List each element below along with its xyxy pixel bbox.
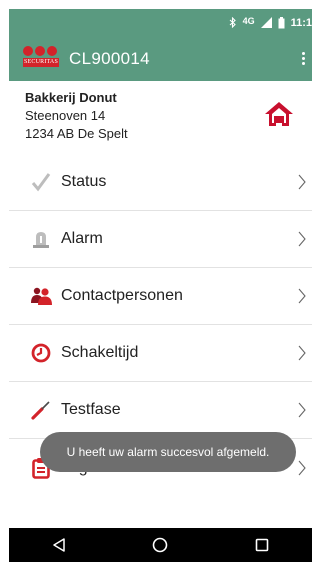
nav-bar (9, 528, 312, 562)
bluetooth-icon (229, 17, 237, 28)
securitas-logo: SECURITAS (23, 45, 59, 72)
screwdriver-icon (29, 398, 53, 422)
logo-text: SECURITAS (23, 57, 59, 67)
app-title: CL900014 (69, 48, 150, 68)
chevron-right-icon (298, 231, 306, 247)
battery-icon (278, 16, 285, 29)
back-icon[interactable] (52, 538, 66, 552)
menu-item-schakeltijd[interactable]: Schakeltijd (9, 325, 312, 382)
check-icon (29, 170, 53, 194)
contacts-icon (29, 284, 53, 308)
screen: 4G 11:1 SECURITAS CL900014 Bakkerij Donu… (0, 0, 312, 562)
chevron-right-icon (298, 460, 306, 475)
menu-label: Status (61, 173, 107, 190)
menu-label: Contactpersonen (61, 287, 183, 304)
clock-time: 11:1 (290, 16, 312, 29)
more-vert-icon[interactable] (296, 47, 310, 71)
toast-message: U heeft uw alarm succesvol afgemeld. (40, 432, 296, 472)
menu-item-contactpersonen[interactable]: Contactpersonen (9, 268, 312, 325)
chevron-right-icon (298, 402, 306, 418)
alarm-siren-icon (29, 227, 53, 251)
menu-item-status[interactable]: Status (9, 154, 312, 211)
chevron-right-icon (298, 174, 306, 190)
recents-icon[interactable] (255, 538, 269, 552)
network-label: 4G (242, 15, 255, 26)
app-bar: SECURITAS CL900014 (9, 36, 312, 81)
home-icon[interactable] (264, 100, 294, 128)
menu-label: Alarm (61, 230, 103, 247)
menu-label: Testfase (61, 401, 121, 418)
menu-item-testfase[interactable]: Testfase (9, 382, 312, 439)
menu-item-alarm[interactable]: Alarm (9, 211, 312, 268)
status-bar: 4G 11:1 (9, 9, 312, 36)
clock-icon (29, 341, 53, 365)
menu-label: Schakeltijd (61, 344, 139, 361)
nav-home-icon[interactable] (152, 537, 168, 553)
chevron-right-icon (298, 288, 306, 304)
chevron-right-icon (298, 345, 306, 361)
signal-icon (260, 17, 272, 28)
